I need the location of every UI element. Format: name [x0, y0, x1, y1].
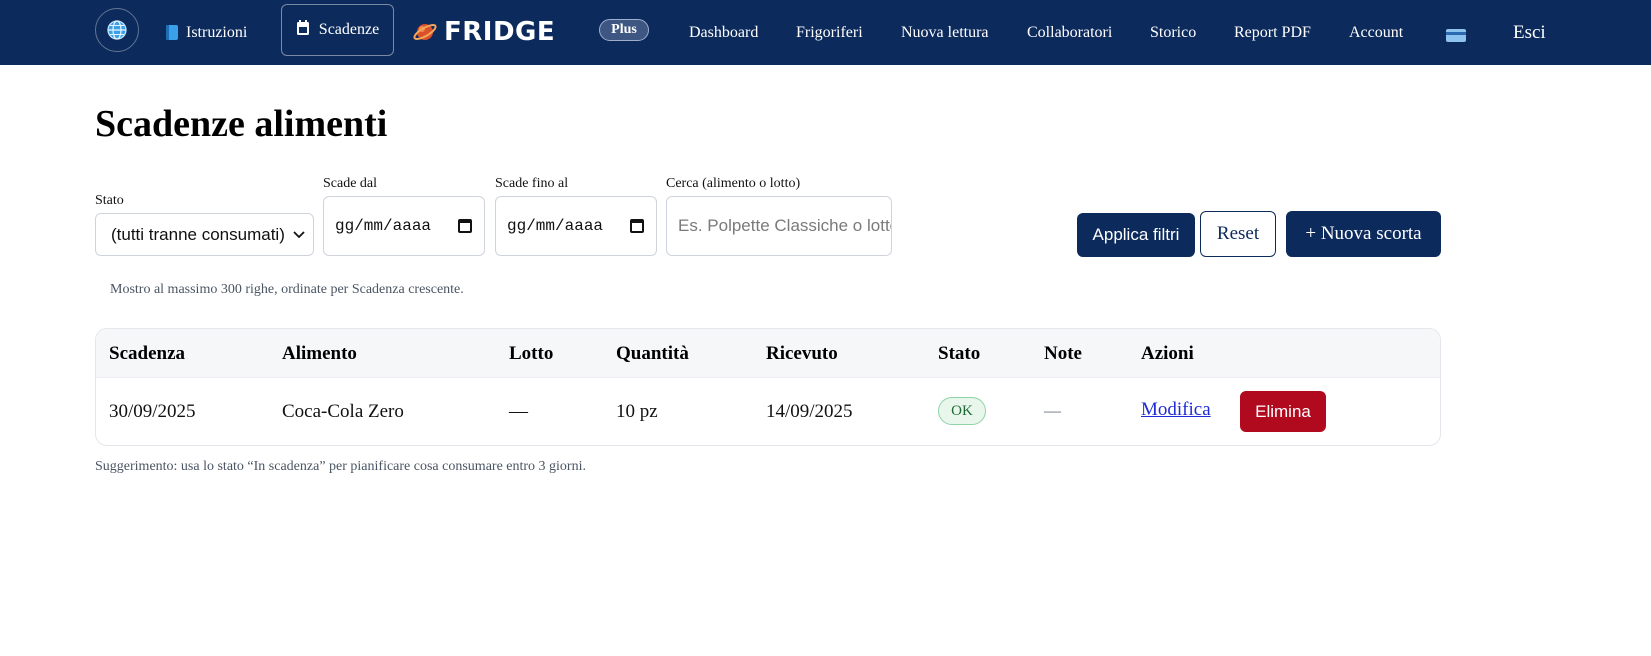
- search-input[interactable]: Es. Polpette Classiche o lotto: [666, 196, 892, 256]
- stato-label: Stato: [95, 193, 124, 208]
- nav-scadenze-label: Scadenze: [318, 21, 380, 38]
- nav-istruzioni[interactable]: Istruzioni: [166, 0, 247, 65]
- top-navbar: Istruzioni Scadenze FRIDGE Plus Dashboar…: [0, 0, 1651, 65]
- nav-frigoriferi[interactable]: Frigoriferi: [796, 0, 863, 65]
- nav-storico[interactable]: Storico: [1150, 0, 1196, 65]
- col-quantita: Quantità: [616, 343, 689, 364]
- calendar-icon: [296, 19, 310, 41]
- cell-note: —: [1044, 401, 1061, 420]
- cell-scadenza: 30/09/2025: [109, 401, 196, 422]
- page-title: Scadenze alimenti: [95, 103, 388, 145]
- logout-link[interactable]: Esci: [1513, 0, 1546, 65]
- col-alimento: Alimento: [282, 343, 357, 364]
- nav-account[interactable]: Account: [1349, 0, 1403, 65]
- cerca-label: Cerca (alimento o lotto): [666, 176, 801, 191]
- delete-button[interactable]: Elimina: [1240, 391, 1326, 432]
- book-icon: [166, 25, 178, 40]
- scade-fino-label: Scade fino al: [495, 176, 569, 191]
- new-stock-button[interactable]: + Nuova scorta: [1286, 211, 1441, 257]
- cell-ricevuto: 14/09/2025: [766, 401, 853, 422]
- cell-quantita: 10 pz: [616, 401, 658, 422]
- chevron-down-icon: [293, 230, 305, 238]
- stato-select-value: (tutti tranne consumati): [111, 224, 285, 244]
- nav-istruzioni-label: Istruzioni: [186, 23, 248, 41]
- nav-scadenze[interactable]: Scadenze: [281, 4, 394, 56]
- nav-dashboard[interactable]: Dashboard: [689, 0, 758, 65]
- language-button[interactable]: [95, 8, 139, 52]
- nav-nuova-lettura[interactable]: Nuova lettura: [901, 0, 989, 65]
- edit-link[interactable]: Modifica: [1141, 399, 1211, 421]
- scade-dal-input[interactable]: gg/mm/aaaa: [323, 196, 485, 256]
- apply-filters-button[interactable]: Applica filtri: [1077, 213, 1195, 257]
- reset-button[interactable]: Reset: [1200, 211, 1276, 257]
- suggestion-text: Suggerimento: usa lo stato “In scadenza”…: [95, 459, 586, 474]
- calendar-picker-icon[interactable]: [458, 219, 472, 233]
- scade-dal-label: Scade dal: [323, 176, 378, 191]
- cell-lotto: —: [509, 401, 528, 422]
- scade-dal-value: gg/mm/aaaa: [335, 217, 432, 235]
- col-note: Note: [1044, 343, 1082, 364]
- credit-card-icon[interactable]: [1446, 29, 1466, 42]
- expiry-table: Scadenza Alimento Lotto Quantità Ricevut…: [95, 328, 1441, 446]
- status-badge: OK: [938, 397, 986, 425]
- plus-badge: Plus: [599, 19, 649, 41]
- stato-select[interactable]: (tutti tranne consumati): [95, 213, 314, 256]
- col-azioni: Azioni: [1141, 343, 1194, 364]
- globe-icon: [107, 20, 127, 40]
- results-info: Mostro al massimo 300 righe, ordinate pe…: [110, 282, 464, 297]
- logo-text: FRIDGE: [444, 17, 556, 47]
- col-lotto: Lotto: [509, 343, 554, 364]
- app-logo[interactable]: FRIDGE: [412, 14, 555, 50]
- col-ricevuto: Ricevuto: [766, 343, 838, 364]
- nav-report-pdf[interactable]: Report PDF: [1234, 0, 1311, 65]
- col-scadenza: Scadenza: [109, 343, 185, 364]
- scade-fino-input[interactable]: gg/mm/aaaa: [495, 196, 657, 256]
- calendar-picker-icon[interactable]: [630, 219, 644, 233]
- table-header: Scadenza Alimento Lotto Quantità Ricevut…: [96, 329, 1440, 378]
- planet-icon: [413, 24, 437, 40]
- cell-alimento: Coca-Cola Zero: [282, 401, 404, 422]
- nav-collaboratori[interactable]: Collaboratori: [1027, 0, 1112, 65]
- col-stato: Stato: [938, 343, 981, 364]
- scade-fino-value: gg/mm/aaaa: [507, 217, 604, 235]
